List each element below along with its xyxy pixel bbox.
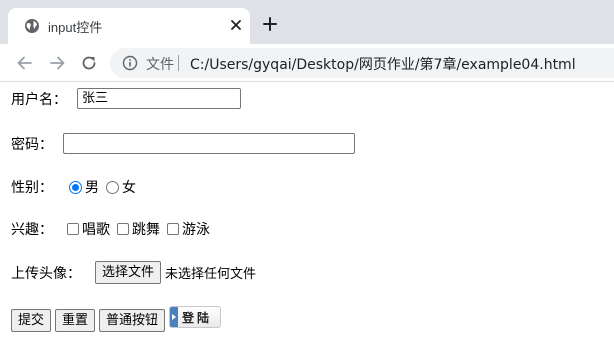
close-icon[interactable] — [228, 17, 244, 33]
choose-file-button[interactable]: 选择文件 — [95, 261, 162, 284]
buttons-row: 提交 重置 普通按钮 登陆 — [11, 306, 222, 332]
reload-icon[interactable] — [79, 53, 99, 73]
globe-icon — [24, 18, 40, 34]
password-input[interactable] — [63, 133, 355, 154]
hobbies-label: 兴趣： — [11, 222, 53, 238]
normal-button[interactable]: 普通按钮 — [99, 309, 166, 332]
page-content: 用户名： 张三 密码： 性别： 男 女 兴趣： 唱歌 跳舞 游泳 上传头像： 选… — [0, 82, 614, 362]
browser-toolbar: 文件 C:/Users/gyqai/Desktop/网页作业/第7章/examp… — [0, 44, 614, 82]
address-bar[interactable]: 文件 C:/Users/gyqai/Desktop/网页作业/第7章/examp… — [110, 48, 614, 78]
info-icon[interactable] — [122, 55, 138, 71]
gender-option-male: 男 — [85, 180, 99, 196]
username-label: 用户名： — [11, 91, 67, 108]
hobby-option-swim: 游泳 — [182, 222, 210, 238]
hobby-option-dance: 跳舞 — [132, 222, 160, 238]
back-icon[interactable] — [15, 53, 35, 73]
username-input[interactable]: 张三 — [77, 88, 241, 109]
login-image-button[interactable]: 登陆 — [169, 306, 222, 328]
username-row: 用户名： 张三 — [11, 88, 241, 109]
forward-icon[interactable] — [47, 53, 67, 73]
gender-option-female: 女 — [122, 180, 136, 196]
login-image-text: 登陆 — [182, 311, 213, 325]
hobby-checkbox-dance[interactable] — [117, 223, 129, 235]
hobby-checkbox-swim[interactable] — [167, 223, 179, 235]
hobbies-row: 兴趣： 唱歌 跳舞 游泳 — [11, 219, 210, 239]
tab-strip: input控件 — [0, 0, 614, 44]
arrow-icon — [170, 307, 179, 327]
hobby-option-sing: 唱歌 — [82, 222, 110, 238]
address-label: 文件 — [146, 57, 174, 73]
address-url[interactable]: C:/Users/gyqai/Desktop/网页作业/第7章/example0… — [190, 54, 576, 74]
gender-row: 性别： 男 女 — [11, 177, 136, 197]
avatar-row: 上传头像： 选择文件 未选择任何文件 — [11, 261, 256, 284]
file-status: 未选择任何文件 — [165, 267, 257, 282]
submit-button[interactable]: 提交 — [11, 309, 52, 332]
password-label: 密码： — [11, 136, 53, 153]
gender-label: 性别： — [11, 180, 53, 196]
avatar-label: 上传头像： — [11, 265, 81, 282]
gender-radio-female[interactable] — [106, 180, 119, 194]
reset-button[interactable]: 重置 — [55, 309, 96, 332]
plus-icon[interactable] — [262, 16, 278, 32]
hobby-checkbox-sing[interactable] — [67, 223, 79, 235]
gender-radio-male[interactable] — [69, 180, 82, 194]
browser-tab[interactable]: input控件 — [8, 8, 250, 44]
address-separator — [178, 55, 179, 71]
tab-title: input控件 — [48, 20, 103, 35]
password-row: 密码： — [11, 133, 355, 154]
